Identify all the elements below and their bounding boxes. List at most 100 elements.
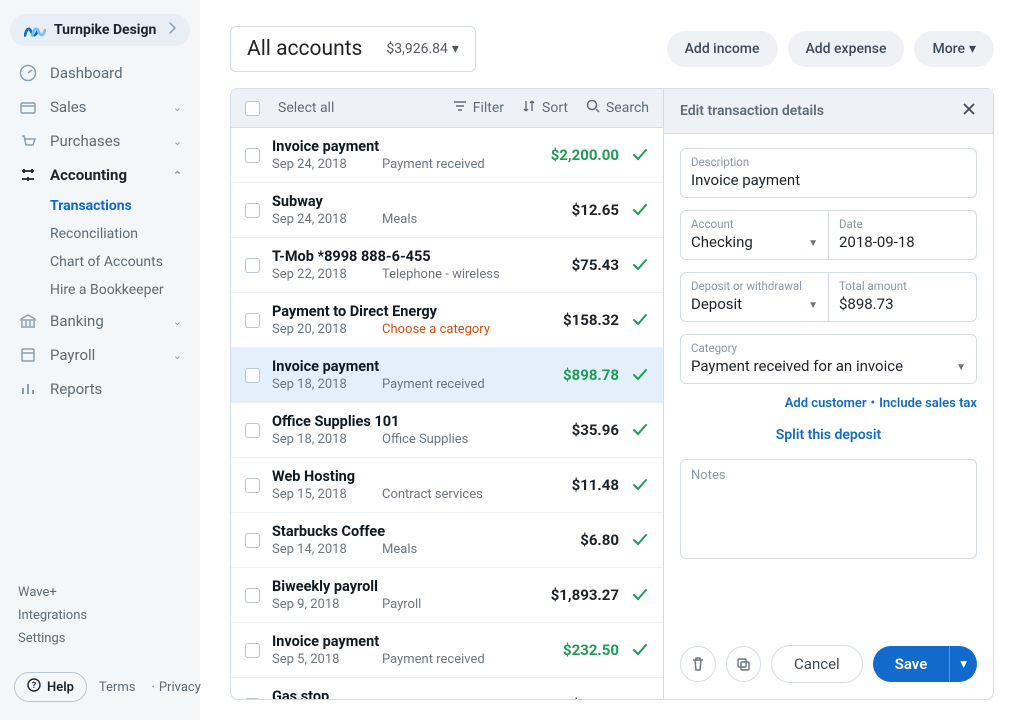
nav-reconciliation[interactable]: Reconciliation xyxy=(50,220,200,248)
row-checkbox[interactable] xyxy=(245,148,260,163)
row-title: Invoice payment xyxy=(272,633,517,650)
row-date: Sep 18, 2018 xyxy=(272,377,382,392)
footer-privacy[interactable]: Privacy xyxy=(147,680,200,695)
row-title: Subway xyxy=(272,193,517,210)
nav-payroll[interactable]: Payroll ⌄ xyxy=(0,338,200,372)
nav-reports[interactable]: Reports xyxy=(0,372,200,406)
row-checkbox[interactable] xyxy=(245,423,260,438)
add-expense-button[interactable]: Add expense xyxy=(788,31,905,67)
nav-hire-bookkeeper[interactable]: Hire a Bookkeeper xyxy=(50,276,200,304)
caret-down-icon: ▼ xyxy=(956,362,966,373)
row-checkbox[interactable] xyxy=(245,588,260,603)
row-checkbox[interactable] xyxy=(245,698,260,700)
field-value: Invoice payment xyxy=(691,171,966,189)
row-checkbox[interactable] xyxy=(245,368,260,383)
transaction-row[interactable]: SubwaySep 24, 2018Meals $12.65 xyxy=(231,183,663,238)
sidebar: Turnpike Design Dashboard Sales ⌄ Purcha… xyxy=(0,0,200,720)
check-icon xyxy=(631,586,649,604)
org-selector[interactable]: Turnpike Design xyxy=(10,14,190,46)
transaction-row[interactable]: Invoice paymentSep 5, 2018Payment receiv… xyxy=(231,623,663,678)
split-deposit-link[interactable]: Split this deposit xyxy=(680,423,977,447)
transaction-row[interactable]: Gas stopSep 3, 2018Travel expense$70.00 xyxy=(231,678,663,699)
account-selector[interactable]: All accounts $3,926.84 ▾ xyxy=(230,26,476,72)
more-button[interactable]: More ▾ xyxy=(914,31,994,67)
sort-button[interactable]: Sort xyxy=(522,99,568,117)
close-button[interactable] xyxy=(961,101,977,121)
nav-purchases[interactable]: Purchases ⌄ xyxy=(0,124,200,158)
type-field[interactable]: Deposit or withdrawal Deposit ▼ xyxy=(680,272,829,322)
description-field[interactable]: Description Invoice payment xyxy=(680,148,977,198)
nav-label: Purchases xyxy=(50,132,120,150)
row-date: Sep 22, 2018 xyxy=(272,267,382,282)
transaction-row[interactable]: Starbucks CoffeeSep 14, 2018Meals$6.80 xyxy=(231,513,663,568)
row-date: Sep 14, 2018 xyxy=(272,542,382,557)
close-icon xyxy=(961,101,977,117)
check-icon xyxy=(631,476,649,494)
topbar: All accounts $3,926.84 ▾ Add income Add … xyxy=(200,0,1024,88)
transaction-row[interactable]: Web HostingSep 15, 2018Contract services… xyxy=(231,458,663,513)
transactions-panel: Select all Filter Sort Search Invoice pa… xyxy=(230,88,664,700)
transaction-row[interactable]: T-Mob *8998 888-6-455Sep 22, 2018Telepho… xyxy=(231,238,663,293)
caret-down-icon: ▼ xyxy=(808,300,818,311)
row-amount: $12.65 xyxy=(529,201,619,219)
reports-icon xyxy=(18,380,38,398)
row-info: Invoice paymentSep 5, 2018Payment receiv… xyxy=(272,633,517,667)
nav-chart-of-accounts[interactable]: Chart of Accounts xyxy=(50,248,200,276)
row-info: Gas stopSep 3, 2018Travel expense xyxy=(272,688,517,699)
field-label: Date xyxy=(839,217,966,231)
row-checkbox[interactable] xyxy=(245,643,260,658)
save-dropdown-button[interactable]: ▾ xyxy=(949,646,977,682)
account-field[interactable]: Account Checking ▼ xyxy=(680,210,829,260)
nav-integrations[interactable]: Integrations xyxy=(18,604,182,627)
row-checkbox[interactable] xyxy=(245,478,260,493)
caret-down-icon: ▾ xyxy=(969,41,976,57)
nav-sales[interactable]: Sales ⌄ xyxy=(0,90,200,124)
add-customer-link[interactable]: Add customer xyxy=(785,396,867,411)
transaction-row[interactable]: Invoice paymentSep 18, 2018Payment recei… xyxy=(231,348,663,403)
row-title: Starbucks Coffee xyxy=(272,523,517,540)
footer-terms[interactable]: Terms xyxy=(99,680,136,695)
help-button[interactable]: ? Help xyxy=(14,672,87,702)
row-category: Choose a category xyxy=(382,322,517,337)
date-field[interactable]: Date 2018-09-18 xyxy=(829,210,977,260)
field-value: $898.73 xyxy=(839,295,966,313)
row-info: Payment to Direct EnergySep 20, 2018Choo… xyxy=(272,303,517,337)
row-checkbox[interactable] xyxy=(245,258,260,273)
row-checkbox[interactable] xyxy=(245,533,260,548)
nav-wave-plus[interactable]: Wave+ xyxy=(18,581,182,604)
include-tax-link[interactable]: Include sales tax xyxy=(879,396,977,411)
cancel-button[interactable]: Cancel xyxy=(771,645,863,683)
row-info: Biweekly payrollSep 9, 2018Payroll xyxy=(272,578,517,612)
add-income-button[interactable]: Add income xyxy=(667,31,778,67)
select-all-checkbox[interactable] xyxy=(245,101,260,116)
copy-button[interactable] xyxy=(726,646,762,682)
transaction-row[interactable]: Invoice paymentSep 24, 2018Payment recei… xyxy=(231,128,663,183)
row-checkbox[interactable] xyxy=(245,203,260,218)
copy-icon xyxy=(735,656,751,672)
transaction-row[interactable]: Biweekly payrollSep 9, 2018Payroll$1,893… xyxy=(231,568,663,623)
nav-settings[interactable]: Settings xyxy=(18,627,182,650)
row-info: T-Mob *8998 888-6-455Sep 22, 2018Telepho… xyxy=(272,248,517,282)
row-category: Contract services xyxy=(382,487,517,502)
amount-field[interactable]: Total amount $898.73 xyxy=(829,272,977,322)
nav-banking[interactable]: Banking ⌄ xyxy=(0,304,200,338)
notes-field[interactable]: Notes xyxy=(680,459,977,559)
save-button[interactable]: Save xyxy=(873,646,950,682)
row-info: Web HostingSep 15, 2018Contract services xyxy=(272,468,517,502)
row-info: SubwaySep 24, 2018Meals xyxy=(272,193,517,227)
delete-button[interactable] xyxy=(680,646,716,682)
category-field[interactable]: Category Payment received for an invoice… xyxy=(680,334,977,384)
row-title: Biweekly payroll xyxy=(272,578,517,595)
row-checkbox[interactable] xyxy=(245,313,260,328)
check-icon xyxy=(631,421,649,439)
row-info: Starbucks CoffeeSep 14, 2018Meals xyxy=(272,523,517,557)
select-all-label[interactable]: Select all xyxy=(278,100,334,116)
filter-button[interactable]: Filter xyxy=(453,99,504,117)
check-icon xyxy=(631,146,649,164)
nav-accounting[interactable]: Accounting ⌃ xyxy=(0,158,200,192)
search-button[interactable]: Search xyxy=(586,99,649,117)
nav-transactions[interactable]: Transactions xyxy=(50,192,200,220)
transaction-row[interactable]: Office Supplies 101Sep 18, 2018Office Su… xyxy=(231,403,663,458)
transaction-row[interactable]: Payment to Direct EnergySep 20, 2018Choo… xyxy=(231,293,663,348)
nav-dashboard[interactable]: Dashboard xyxy=(0,56,200,90)
